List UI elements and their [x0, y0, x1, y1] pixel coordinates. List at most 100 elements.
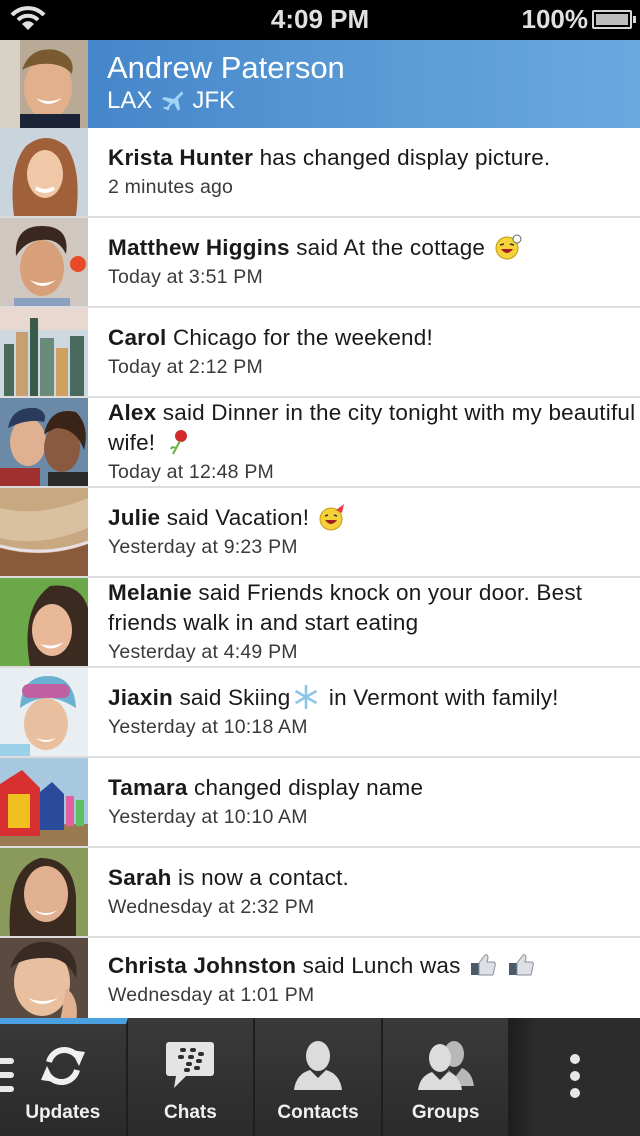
message-text: changed display name: [187, 775, 424, 800]
feed-item-text: Alex said Dinner in the city tonight wit…: [88, 398, 640, 486]
contact-avatar[interactable]: [0, 308, 88, 396]
profile-status: LAX JFK: [107, 87, 235, 115]
feed-message: Jiaxin said Skiing in Vermont with famil…: [108, 683, 559, 713]
message-text: said At the cottage: [289, 235, 486, 260]
contact-avatar[interactable]: [0, 488, 88, 576]
feed-item[interactable]: Christa Johnston said Lunch was Wednesda…: [0, 938, 640, 1018]
more-menu-button[interactable]: [510, 1018, 640, 1136]
feed-item[interactable]: Krista Hunter has changed display pictur…: [0, 128, 640, 218]
feed-timestamp: Today at 2:12 PM: [108, 356, 263, 378]
menu-icon[interactable]: [0, 1058, 14, 1100]
contact-avatar[interactable]: [0, 758, 88, 846]
tab-label: Contacts: [277, 1102, 359, 1123]
battery-percent: 100%: [521, 4, 589, 34]
status-to: JFK: [192, 87, 236, 114]
feed-item-text: Sarah is now a contact. Wednesday at 2:3…: [88, 848, 349, 936]
feed-timestamp: Yesterday at 4:49 PM: [108, 641, 298, 663]
rose-emoji: [169, 430, 187, 455]
contact-name: Julie: [108, 505, 161, 530]
chat-bubble-icon: [166, 1042, 215, 1088]
feed-timestamp: Today at 12:48 PM: [108, 461, 274, 483]
snowflake-emoji: [295, 685, 318, 710]
message-text: in Vermont with family!: [322, 685, 559, 710]
feed-message: Julie said Vacation!: [108, 503, 348, 533]
party-emoji: [319, 504, 344, 531]
contact-name: Jiaxin: [108, 685, 173, 710]
feed-timestamp: Yesterday at 10:10 AM: [108, 806, 308, 828]
feed-message: Christa Johnston said Lunch was: [108, 951, 537, 981]
feed-message: Krista Hunter has changed display pictur…: [108, 143, 550, 173]
contact-avatar[interactable]: [0, 848, 88, 936]
tab-chats[interactable]: Chats: [127, 1018, 256, 1136]
tab-label: Groups: [411, 1102, 480, 1123]
message-text: said Skiing: [173, 685, 291, 710]
feed-timestamp: Yesterday at 9:23 PM: [108, 536, 298, 558]
contact-avatar[interactable]: [0, 398, 88, 486]
feed-item-text: Tamara changed display name Yesterday at…: [88, 758, 423, 846]
contact-name: Sarah: [108, 865, 172, 890]
tab-groups[interactable]: Groups: [382, 1018, 511, 1136]
feed-message: Tamara changed display name: [108, 773, 423, 803]
contact-avatar[interactable]: [0, 128, 88, 216]
feed-item-text: Jiaxin said Skiing in Vermont with famil…: [88, 668, 559, 756]
contact-name: Krista Hunter: [108, 145, 254, 170]
contact-avatar[interactable]: [0, 668, 88, 756]
feed-item[interactable]: Sarah is now a contact. Wednesday at 2:3…: [0, 848, 640, 938]
feed-item[interactable]: Melanie said Friends knock on your door.…: [0, 578, 640, 668]
updates-feed[interactable]: Krista Hunter has changed display pictur…: [0, 128, 640, 1018]
contact-avatar[interactable]: [0, 578, 88, 666]
tab-updates[interactable]: Updates: [0, 1018, 128, 1136]
message-text: said Vacation!: [160, 505, 310, 530]
contact-name: Tamara: [108, 775, 188, 800]
feed-message: Sarah is now a contact.: [108, 863, 349, 893]
thumbs-up-emoji: [471, 954, 496, 976]
message-text: has changed display picture.: [253, 145, 551, 170]
message-text: said Lunch was: [296, 953, 461, 978]
feed-item-text: Melanie said Friends knock on your door.…: [88, 578, 618, 666]
battery-icon: [592, 10, 636, 29]
person-icon: [294, 1041, 343, 1090]
more-vertical-icon: [570, 1054, 581, 1105]
profile-avatar[interactable]: [0, 40, 88, 128]
tab-label: Updates: [25, 1102, 101, 1123]
feed-item[interactable]: Tamara changed display name Yesterday at…: [0, 758, 640, 848]
feed-item-text: Christa Johnston said Lunch was Wednesda…: [88, 938, 537, 1018]
tab-contacts[interactable]: Contacts: [255, 1018, 383, 1136]
profile-name: Andrew Paterson: [107, 50, 345, 85]
feed-item-text: Julie said Vacation! Yesterday at 9:23 P…: [88, 488, 348, 576]
feed-item[interactable]: Carol Chicago for the weekend! Today at …: [0, 308, 640, 398]
message-text: is now a contact.: [171, 865, 349, 890]
feed-item-text: Carol Chicago for the weekend! Today at …: [88, 308, 433, 396]
tab-label: Chats: [164, 1102, 217, 1123]
contact-name: Melanie: [108, 580, 192, 605]
refresh-icon: [40, 1047, 85, 1085]
contact-name: Alex: [108, 400, 157, 425]
feed-timestamp: Yesterday at 10:18 AM: [108, 716, 308, 738]
people-icon: [417, 1041, 474, 1090]
feed-message: Alex said Dinner in the city tonight wit…: [108, 398, 640, 458]
contact-name: Christa Johnston: [108, 953, 297, 978]
status-bar: 4:09 PM 100%: [0, 0, 640, 40]
contact-name: Carol: [108, 325, 167, 350]
feed-message: Melanie said Friends knock on your door.…: [108, 578, 618, 638]
profile-header[interactable]: Andrew Paterson LAX JFK: [0, 40, 640, 128]
bottom-tab-bar: Updates Chats Contacts Groups: [0, 1018, 640, 1136]
feed-item-text: Matthew Higgins said At the cottage Toda…: [88, 218, 524, 306]
feed-item[interactable]: Matthew Higgins said At the cottage Toda…: [0, 218, 640, 308]
thumbs-up-emoji: [509, 954, 535, 976]
feed-item[interactable]: Jiaxin said Skiing in Vermont with famil…: [0, 668, 640, 758]
feed-message: Carol Chicago for the weekend!: [108, 323, 433, 353]
airplane-icon: [162, 91, 184, 111]
laughing-waving-emoji: [495, 234, 522, 260]
feed-timestamp: Wednesday at 1:01 PM: [108, 984, 315, 1006]
status-from: LAX: [107, 87, 153, 114]
feed-item[interactable]: Alex said Dinner in the city tonight wit…: [0, 398, 640, 488]
feed-timestamp: Wednesday at 2:32 PM: [108, 896, 315, 918]
contact-avatar[interactable]: [0, 218, 88, 306]
feed-timestamp: Today at 3:51 PM: [108, 266, 263, 288]
contact-avatar[interactable]: [0, 938, 88, 1018]
message-text: Chicago for the weekend!: [166, 325, 433, 350]
feed-item-text: Krista Hunter has changed display pictur…: [88, 128, 550, 216]
feed-timestamp: 2 minutes ago: [108, 176, 234, 198]
feed-item[interactable]: Julie said Vacation! Yesterday at 9:23 P…: [0, 488, 640, 578]
